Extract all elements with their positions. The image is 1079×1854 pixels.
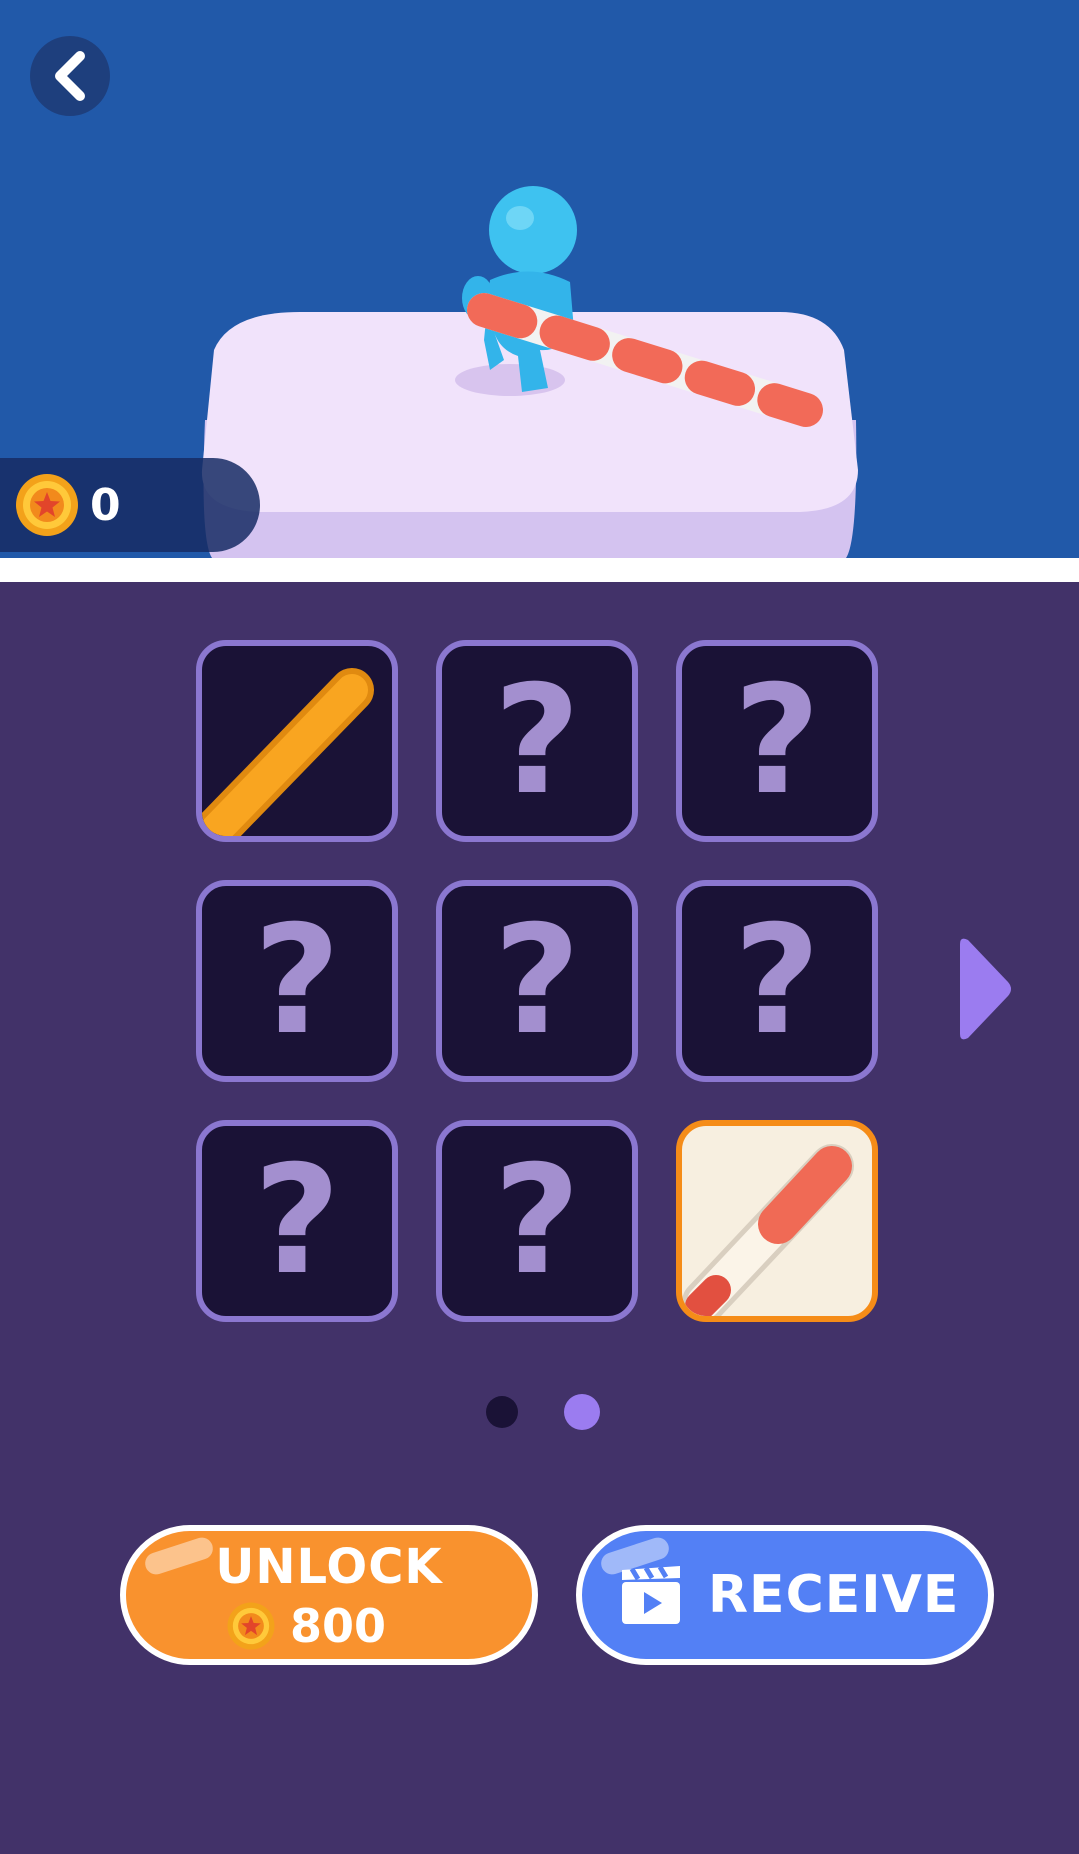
coin-icon xyxy=(227,1602,275,1650)
skin-tile-9-selected[interactable] xyxy=(676,1120,878,1322)
character-head xyxy=(489,186,577,274)
skin-tile-7[interactable]: ? xyxy=(196,1120,398,1322)
locked-question-icon: ? xyxy=(493,654,581,828)
receive-label: RECEIVE xyxy=(708,1565,960,1625)
page-dot-2-active[interactable] xyxy=(564,1394,600,1430)
character-shadow xyxy=(455,364,565,396)
video-clapper-icon xyxy=(622,1565,680,1624)
skin-tile-8[interactable]: ? xyxy=(436,1120,638,1322)
locked-question-icon: ? xyxy=(493,1134,581,1308)
character-preview-scene: 0 xyxy=(0,0,1079,558)
locked-question-icon: ? xyxy=(253,1134,341,1308)
locked-question-icon: ? xyxy=(493,894,581,1068)
orange-stick-item xyxy=(202,668,374,836)
skin-tile-2[interactable]: ? xyxy=(436,640,638,842)
skin-tile-3[interactable]: ? xyxy=(676,640,878,842)
coin-count: 0 xyxy=(90,480,121,531)
unlock-price-value: 800 xyxy=(290,1599,387,1653)
skin-tile-5[interactable]: ? xyxy=(436,880,638,1082)
locked-question-icon: ? xyxy=(733,654,821,828)
section-divider xyxy=(0,558,1079,582)
locked-question-icon: ? xyxy=(733,894,821,1068)
chevron-left-icon xyxy=(55,51,85,101)
next-page-arrow-icon[interactable] xyxy=(950,934,1016,1044)
coin-icon xyxy=(16,474,78,536)
page-dot-1[interactable] xyxy=(486,1396,518,1428)
pencil-stick-item xyxy=(682,1144,854,1316)
unlock-price: 800 xyxy=(226,1597,386,1655)
receive-button[interactable]: RECEIVE xyxy=(576,1525,994,1665)
unlock-label: UNLOCK xyxy=(215,1539,443,1595)
skin-tile-1[interactable] xyxy=(196,640,398,842)
back-button[interactable] xyxy=(30,36,110,116)
skin-tile-4[interactable]: ? xyxy=(196,880,398,1082)
unlock-button[interactable]: UNLOCK 800 xyxy=(120,1525,538,1665)
skin-tile-6[interactable]: ? xyxy=(676,880,878,1082)
locked-question-icon: ? xyxy=(253,894,341,1068)
